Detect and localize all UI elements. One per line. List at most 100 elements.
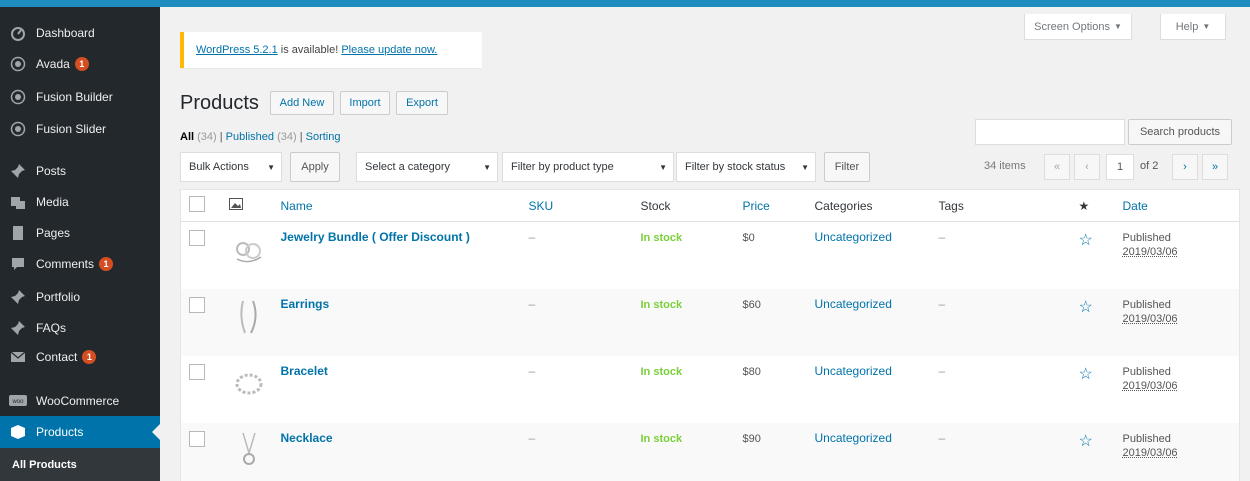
row-checkbox[interactable] xyxy=(189,430,205,447)
wordpress-version-link[interactable]: WordPress 5.2.1 xyxy=(196,44,278,56)
current-page-input[interactable]: 1 xyxy=(1106,154,1134,180)
name-header[interactable]: Name xyxy=(272,189,521,222)
category-link[interactable]: Uncategorized xyxy=(815,297,892,311)
sidebar-item-label: Pages xyxy=(36,226,71,240)
date-header[interactable]: Date xyxy=(1114,189,1240,222)
screen-options-button[interactable]: Screen Options ▼ xyxy=(1024,14,1132,40)
apply-button[interactable]: Apply xyxy=(290,152,340,182)
last-page-button[interactable]: » xyxy=(1202,154,1228,180)
first-page-button[interactable]: « xyxy=(1044,154,1070,180)
product-name-link[interactable]: Necklace xyxy=(281,431,333,445)
thumbnail-header xyxy=(220,189,273,222)
tags-value: – xyxy=(938,230,946,244)
sidebar-item-avada[interactable]: Avada 1 xyxy=(0,48,160,80)
help-button[interactable]: Help ▼ xyxy=(1160,14,1226,40)
product-name-link[interactable]: Jewelry Bundle ( Offer Discount ) xyxy=(281,230,470,244)
sidebar-item-fusion-slider[interactable]: Fusion Slider xyxy=(0,113,160,145)
next-page-button[interactable]: › xyxy=(1172,154,1198,180)
add-new-button[interactable]: Add New xyxy=(270,91,334,115)
sku-sort-link[interactable]: SKU xyxy=(529,199,554,213)
featured-star-icon[interactable]: ☆ xyxy=(1079,299,1093,316)
sku-value: – xyxy=(528,230,536,244)
search-products-input[interactable] xyxy=(975,119,1125,145)
row-checkbox[interactable] xyxy=(189,230,205,246)
sidebar-item-contact[interactable]: Contact 1 xyxy=(0,341,160,373)
product-type-select[interactable]: Filter by product type ▼ xyxy=(502,152,674,182)
category-link[interactable]: Uncategorized xyxy=(815,431,892,445)
jewelry-bundle-thumbnail[interactable] xyxy=(229,230,269,270)
row-featured-cell: ☆ xyxy=(1071,222,1115,289)
sidebar-item-dashboard[interactable]: Dashboard xyxy=(0,17,160,49)
dropdown-arrow-icon: ▼ xyxy=(267,162,275,172)
category-link[interactable]: Uncategorized xyxy=(815,364,892,378)
table-row: Bracelet – In stock $80 Uncategorized – … xyxy=(181,356,1240,423)
row-checkbox[interactable] xyxy=(189,296,205,313)
category-select[interactable]: Select a category ▼ xyxy=(356,152,498,182)
sidebar-item-portfolio[interactable]: Portfolio xyxy=(0,281,160,313)
publish-date: 2019/03/06 xyxy=(1122,379,1178,392)
price-value: $90 xyxy=(742,432,761,445)
filter-published-link[interactable]: Published xyxy=(226,131,274,143)
sidebar-item-pages[interactable]: Pages xyxy=(0,217,160,249)
filter-all-link[interactable]: All xyxy=(180,131,194,143)
import-button[interactable]: Import xyxy=(340,91,390,115)
sidebar-item-label: Dashboard xyxy=(36,26,95,40)
comment-count-badge: 1 xyxy=(99,257,114,271)
row-sku-cell: – xyxy=(520,422,633,481)
bracelet-thumbnail[interactable] xyxy=(229,364,269,404)
featured-star-icon[interactable]: ☆ xyxy=(1079,232,1093,249)
row-date-cell: Published 2019/03/06 xyxy=(1114,288,1240,356)
pin-icon xyxy=(0,163,36,179)
price-value: $80 xyxy=(742,365,761,378)
row-checkbox[interactable] xyxy=(189,363,205,380)
tags-header: Tags xyxy=(930,189,1071,222)
row-category-cell: Uncategorized xyxy=(807,356,931,423)
admin-sidebar: Dashboard Avada 1 Fusion Builder Fusion … xyxy=(0,7,160,481)
date-sort-link[interactable]: Date xyxy=(1123,199,1148,213)
row-featured-cell: ☆ xyxy=(1071,356,1115,423)
publish-status: Published xyxy=(1122,298,1171,311)
tags-value: – xyxy=(938,363,946,378)
sidebar-item-fusion-builder[interactable]: Fusion Builder xyxy=(0,81,160,113)
stock-status: In stock xyxy=(640,232,683,244)
stock-status: In stock xyxy=(640,432,683,445)
row-tags-cell: – xyxy=(930,422,1071,481)
image-icon xyxy=(228,198,243,213)
price-sort-link[interactable]: Price xyxy=(743,199,770,213)
bulk-actions-select[interactable]: Bulk Actions ▼ xyxy=(180,152,282,182)
search-products-button[interactable]: Search products xyxy=(1128,119,1232,145)
price-header[interactable]: Price xyxy=(734,189,807,222)
row-thumbnail-cell xyxy=(220,288,273,356)
prev-page-button[interactable]: ‹ xyxy=(1074,154,1100,180)
help-label: Help xyxy=(1175,20,1199,33)
category-link[interactable]: Uncategorized xyxy=(815,230,892,244)
sidebar-item-faqs[interactable]: FAQs xyxy=(0,312,160,344)
sidebar-item-products[interactable]: Products xyxy=(0,416,160,448)
category-value: Select a category xyxy=(365,161,450,173)
sidebar-subitem-all-products[interactable]: All Products xyxy=(0,448,160,481)
sidebar-item-posts[interactable]: Posts xyxy=(0,155,160,187)
product-name-link[interactable]: Earrings xyxy=(281,297,330,311)
stock-status-value: Filter by stock status xyxy=(685,161,786,173)
pages-icon xyxy=(0,225,36,241)
featured-star-icon[interactable]: ☆ xyxy=(1079,433,1093,450)
necklace-thumbnail[interactable] xyxy=(229,431,269,471)
sidebar-item-label: Media xyxy=(36,195,69,209)
stock-status-select[interactable]: Filter by stock status ▼ xyxy=(676,152,816,182)
filter-sorting-link[interactable]: Sorting xyxy=(306,131,341,143)
sidebar-item-comments[interactable]: Comments 1 xyxy=(0,248,160,280)
export-button[interactable]: Export xyxy=(396,91,448,115)
sidebar-item-woocommerce[interactable]: woo WooCommerce xyxy=(0,385,160,417)
select-all-checkbox[interactable] xyxy=(189,196,205,212)
filter-button[interactable]: Filter xyxy=(824,152,870,182)
update-now-link[interactable]: Please update now. xyxy=(341,44,437,56)
sku-header[interactable]: SKU xyxy=(520,189,633,222)
name-sort-link[interactable]: Name xyxy=(281,199,313,213)
sidebar-item-media[interactable]: Media xyxy=(0,186,160,218)
featured-star-icon[interactable]: ☆ xyxy=(1079,366,1093,383)
row-thumbnail-cell xyxy=(221,356,273,423)
row-featured-cell: ☆ xyxy=(1070,288,1115,356)
earrings-thumbnail[interactable] xyxy=(229,297,269,337)
row-tags-cell: – xyxy=(931,222,1071,289)
product-name-link[interactable]: Bracelet xyxy=(281,364,328,378)
